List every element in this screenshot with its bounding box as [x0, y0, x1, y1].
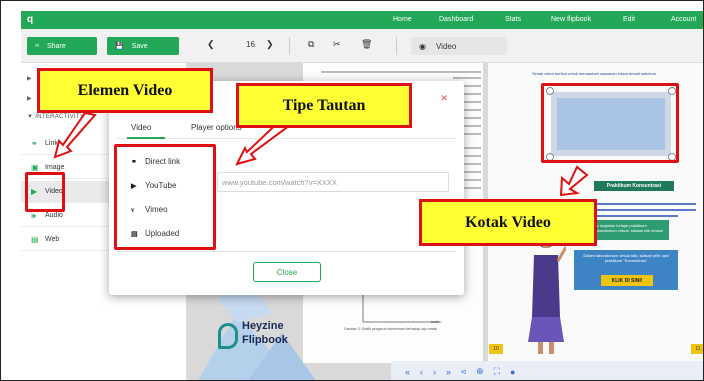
app-window: q Home Dashboard Stats New flipbook Edit… [0, 0, 704, 381]
highlight-video-item [25, 172, 65, 212]
highlight-video-box [541, 83, 679, 163]
callout-tipe-tautan: Tipe Tautan [236, 83, 412, 128]
callout-kotak-video: Kotak Video [419, 199, 597, 246]
highlight-link-types [114, 144, 216, 250]
annotation-arrows [53, 111, 589, 197]
callout-elemen-video: Elemen Video [37, 68, 213, 113]
